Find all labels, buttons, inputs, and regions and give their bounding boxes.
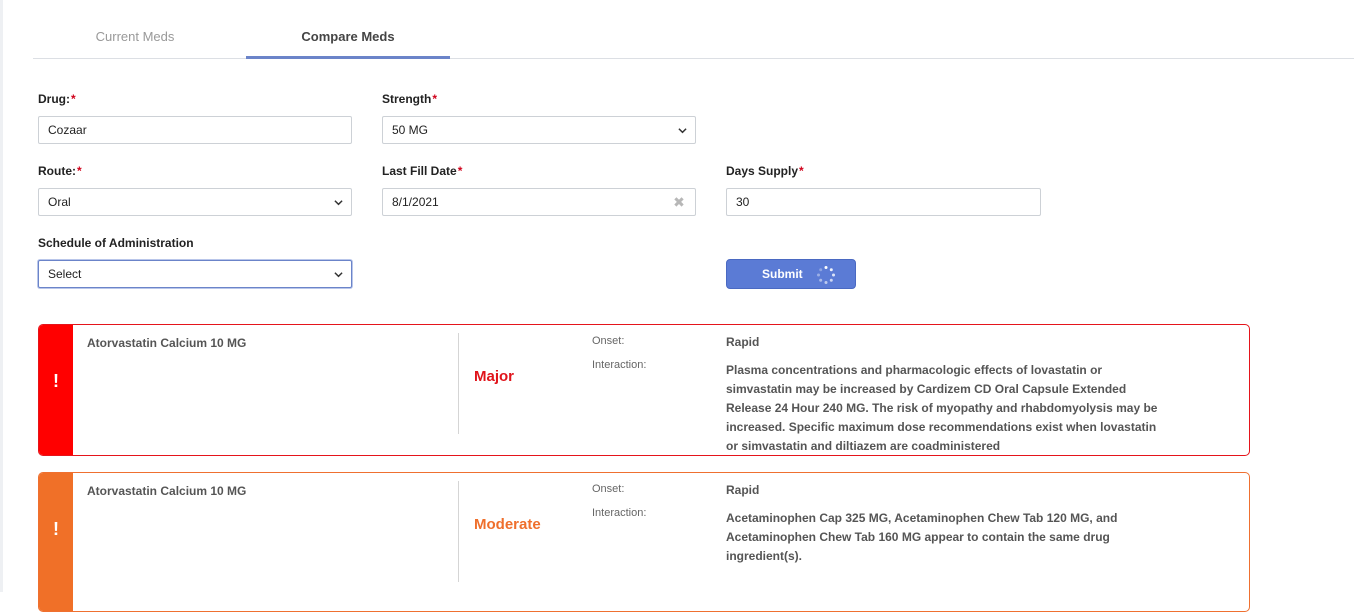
submit-button[interactable]: Submit (726, 259, 856, 289)
alert-icon: ! (53, 519, 59, 539)
interaction-label: Interaction: (592, 359, 647, 371)
interaction-card: ! Atorvastatin Calcium 10 MG Major Onset… (38, 324, 1250, 456)
required-marker: * (799, 164, 804, 178)
schedule-select[interactable]: Select (38, 260, 352, 288)
tab-compare-meds[interactable]: Compare Meds (246, 22, 450, 59)
days-supply-input[interactable]: 30 (726, 188, 1041, 216)
schedule-select-value: Select (48, 267, 82, 281)
divider (458, 481, 459, 582)
interaction-description: Acetaminophen Cap 325 MG, Acetaminophen … (726, 511, 1118, 563)
days-supply-value: 30 (736, 195, 750, 209)
interaction-description: Plasma concentrations and pharmacologic … (726, 363, 1158, 453)
route-select[interactable]: Oral (38, 188, 352, 216)
drug-label: Drug:* (38, 92, 76, 106)
drug-input[interactable]: Cozaar (38, 116, 352, 144)
left-edge (0, 0, 3, 592)
severity-strip: ! (39, 473, 73, 611)
strength-select-value: 50 MG (392, 123, 429, 137)
chevron-down-icon (334, 200, 343, 206)
drug-input-value: Cozaar (48, 123, 87, 137)
days-supply-label-text: Days Supply (726, 164, 799, 178)
onset-value: Rapid (726, 483, 760, 497)
required-marker: * (77, 164, 82, 178)
chevron-down-icon (334, 272, 343, 278)
severity-strip: ! (39, 325, 73, 455)
interaction-card: ! Atorvastatin Calcium 10 MG Moderate On… (38, 472, 1250, 612)
route-select-value: Oral (48, 195, 71, 209)
interaction-drug-name: Atorvastatin Calcium 10 MG (87, 484, 247, 498)
loading-spinner-icon (817, 266, 835, 284)
severity-label: Major (474, 368, 515, 385)
submit-button-label: Submit (762, 267, 803, 281)
tab-bar: Current Meds Compare Meds (33, 22, 1354, 59)
route-label-text: Route: (38, 164, 76, 178)
schedule-label-text: Schedule of Administration (38, 236, 194, 250)
interaction-label: Interaction: (592, 507, 647, 519)
tab-current-meds[interactable]: Current Meds (33, 22, 237, 59)
last-fill-date-input[interactable]: 8/1/2021 ✖ (382, 188, 696, 216)
chevron-down-icon (678, 128, 687, 134)
clear-icon[interactable]: ✖ (673, 195, 685, 209)
severity-label: Moderate (474, 516, 541, 533)
last-fill-date-label-text: Last Fill Date (382, 164, 457, 178)
drug-label-text: Drug: (38, 92, 70, 106)
last-fill-date-value: 8/1/2021 (392, 195, 439, 209)
schedule-label: Schedule of Administration (38, 236, 194, 250)
divider (458, 333, 459, 434)
interaction-drug-name: Atorvastatin Calcium 10 MG (87, 336, 247, 350)
alert-icon: ! (53, 371, 59, 391)
strength-label: Strength* (382, 92, 437, 106)
required-marker: * (432, 92, 438, 106)
strength-label-text: Strength (382, 92, 432, 106)
last-fill-date-label: Last Fill Date* (382, 164, 462, 178)
route-label: Route:* (38, 164, 82, 178)
required-marker: * (457, 164, 463, 178)
onset-label: Onset: (592, 335, 625, 347)
required-marker: * (71, 92, 76, 106)
onset-value: Rapid (726, 335, 760, 349)
onset-label: Onset: (592, 483, 625, 495)
days-supply-label: Days Supply* (726, 164, 804, 178)
strength-select[interactable]: 50 MG (382, 116, 696, 144)
